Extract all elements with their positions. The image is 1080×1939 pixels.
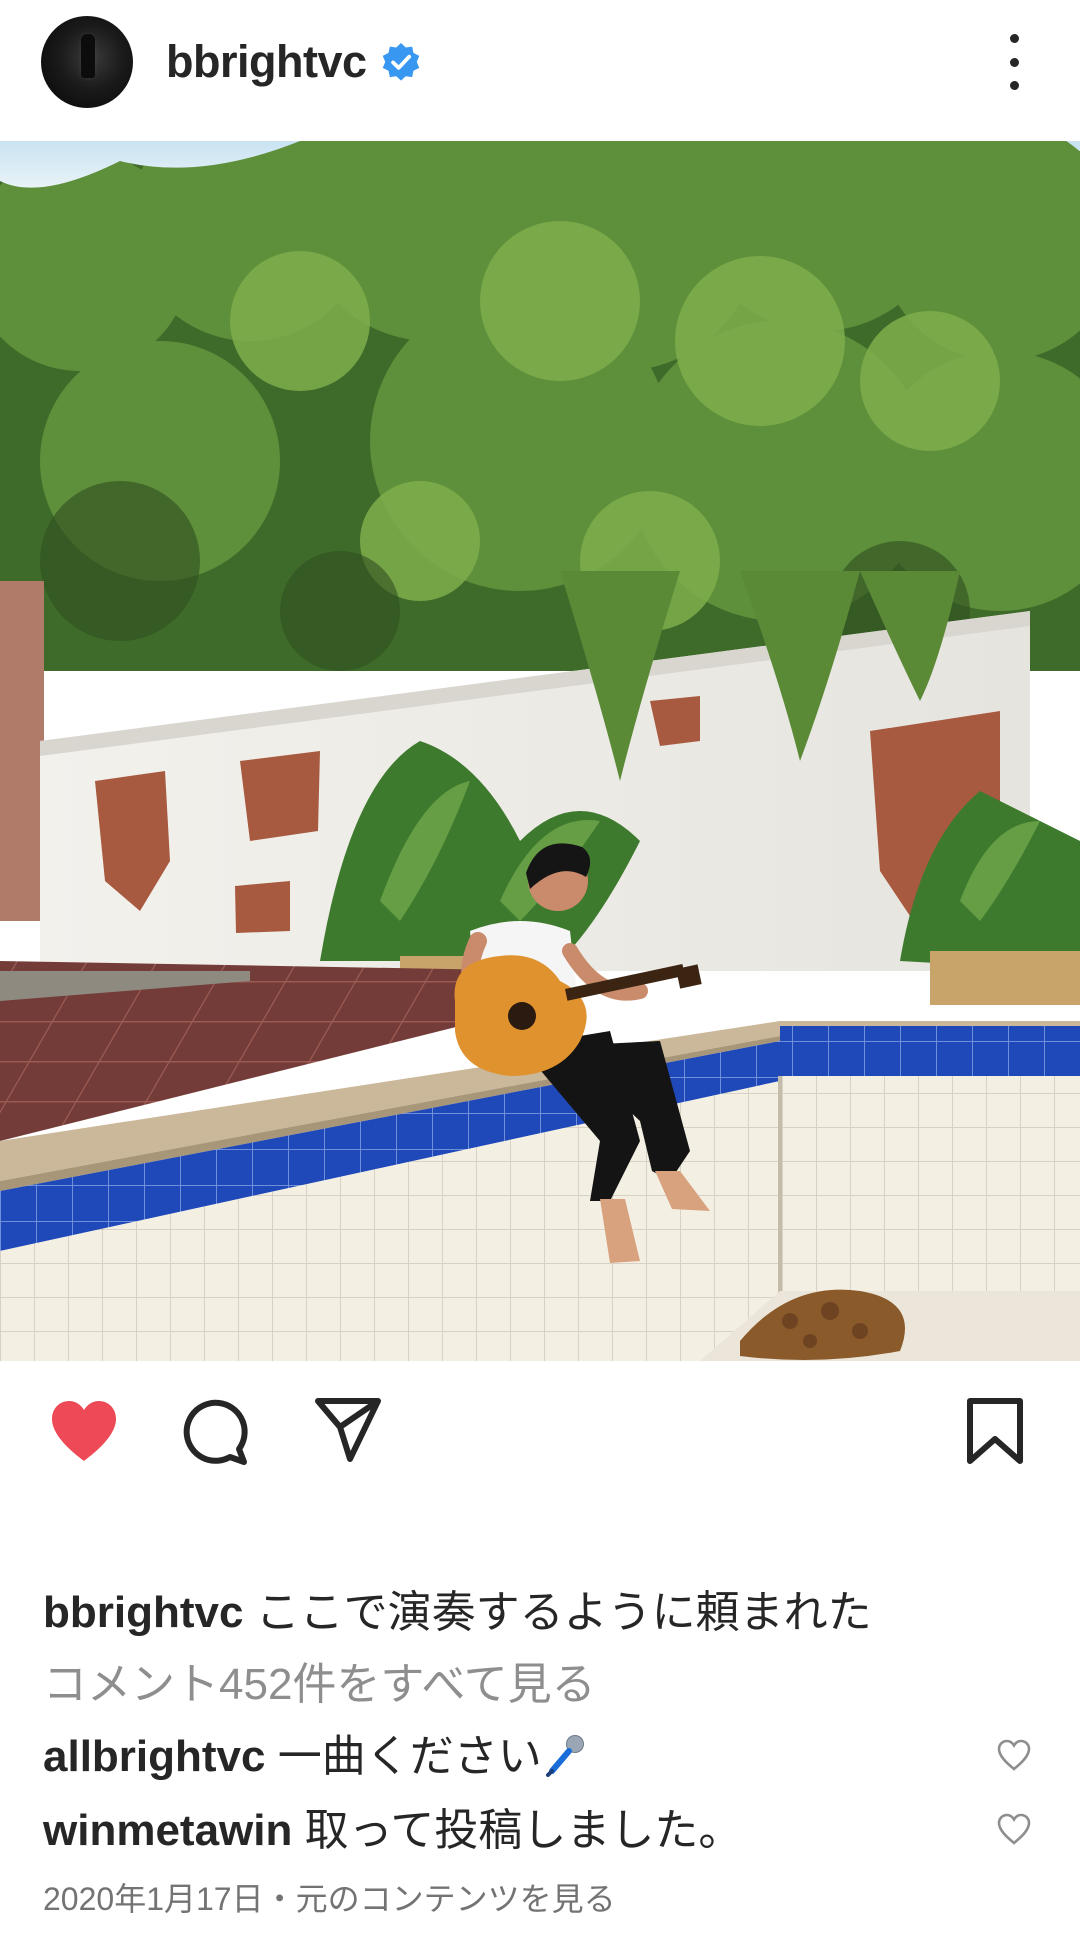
comment-text: 一曲ください (277, 1732, 542, 1781)
avatar-silhouette (81, 34, 95, 78)
bookmark-icon[interactable] (964, 1397, 1026, 1465)
post-caption: bbrightvc ここで演奏するように頼まれた (43, 1585, 1043, 1641)
comment-icon[interactable] (180, 1397, 250, 1467)
microphone-icon (545, 1735, 584, 1777)
comment-text: 取って投稿しました。 (304, 1806, 743, 1855)
more-options-icon[interactable] (996, 34, 1032, 90)
view-all-comments-link[interactable]: コメント452件をすべて見る (43, 1657, 596, 1713)
instagram-post: bbrightvc bbrightvc ここで演奏するように頼まれた コメント4… (0, 0, 1080, 1939)
post-action-bar (0, 1361, 1080, 1501)
post-photo-illustration (0, 141, 1080, 1361)
verified-badge-icon (382, 43, 420, 81)
comment-username[interactable]: allbrightvc (43, 1732, 266, 1781)
heart-icon[interactable] (48, 1399, 120, 1463)
comment-row: allbrightvc 一曲ください (43, 1729, 590, 1785)
caption-username[interactable]: bbrightvc (43, 1588, 243, 1637)
view-original-link[interactable]: 元のコンテンツを見る (296, 1881, 616, 1917)
share-icon[interactable] (314, 1397, 382, 1463)
comment-row: winmetawin 取って投稿しました。 (43, 1803, 742, 1859)
comment-username[interactable]: winmetawin (43, 1806, 292, 1855)
post-photo[interactable] (0, 141, 1080, 1361)
comment-like-heart-icon[interactable] (996, 1812, 1032, 1846)
caption-text: ここで演奏するように頼まれた (255, 1588, 872, 1637)
post-meta: 2020年1月17日・元のコンテンツを見る (43, 1878, 616, 1920)
post-date: 2020年1月17日 (43, 1881, 264, 1917)
author-username[interactable]: bbrightvc (166, 34, 367, 90)
post-header: bbrightvc (0, 0, 1080, 141)
meta-separator: ・ (263, 1881, 296, 1917)
comment-like-heart-icon[interactable] (996, 1738, 1032, 1772)
avatar[interactable] (41, 16, 133, 108)
